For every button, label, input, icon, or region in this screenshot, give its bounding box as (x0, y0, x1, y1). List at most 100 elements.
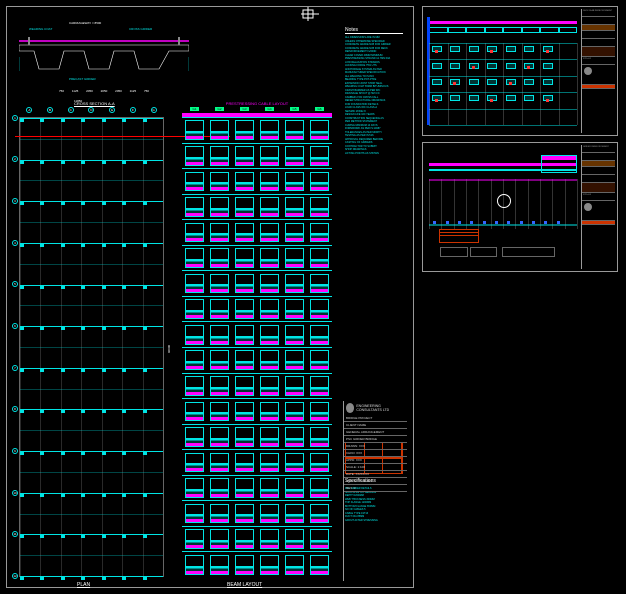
grid-row-label: 11 (12, 531, 18, 537)
company-logo-row: ENGINEERING CONSULTANTS LTD (344, 401, 407, 415)
beam-cell-icon (185, 248, 204, 268)
beam-cell-icon (235, 555, 254, 575)
deck-section-icon (19, 37, 189, 77)
sheet-thumbnail-1[interactable]: DECK SLAB REINFORCEMENT STR-002 (422, 6, 618, 136)
tb-project: BRIDGE PROJECT (344, 415, 407, 422)
beam-cell-icon (285, 427, 304, 447)
section-label: WEARING COAT (29, 27, 52, 31)
tb-date: DATE: XX/XX/XX (344, 471, 407, 478)
grid-node-icon (122, 285, 126, 289)
beam-cell-icon (185, 197, 204, 217)
grid-node-icon (102, 409, 106, 413)
grid-line (491, 179, 492, 229)
grid-node-icon (20, 534, 24, 538)
grid-row-label: 10 (12, 490, 18, 496)
grid-row-label: 8 (12, 406, 18, 412)
grid-node-icon (122, 534, 126, 538)
main-drawing-sheet: WEARING COAT CROSS GIRDER PRECAST GIRDER… (6, 6, 414, 588)
grid-node-icon (20, 201, 24, 205)
grid-node-icon (102, 285, 106, 289)
grid-node-icon (102, 118, 106, 122)
beam-cell-icon (285, 376, 304, 396)
thumb-tb-row: GIRDER REINFORCEMENT (582, 145, 615, 153)
thumb-tb-row (582, 65, 615, 85)
cell-icon (487, 63, 497, 69)
beam-cell-icon (210, 299, 229, 319)
grid-line (20, 472, 163, 473)
tb-scale: SCALE: 1:100 (344, 464, 407, 471)
grid-node-icon (40, 493, 44, 497)
beam-cell-icon (185, 146, 204, 166)
tb-rev: REV: 0 (344, 485, 407, 492)
beam-cell-icon (260, 402, 279, 422)
grid-line (429, 59, 577, 60)
cell-icon (524, 79, 534, 85)
marker-icon (453, 82, 456, 85)
carriageway-dim: CARRIAGEWAY = 8500 (69, 21, 101, 25)
beam-cell-icon (310, 223, 329, 243)
beam-row (182, 347, 332, 373)
bearing-icon (544, 221, 547, 224)
section-label: PRECAST GIRDER (69, 77, 96, 81)
grid-line (577, 43, 578, 125)
beam-cell-icon (260, 248, 279, 268)
beam-cell-icon (310, 120, 329, 140)
beam-cell-icon (185, 325, 204, 345)
beam-cell-icon (210, 453, 229, 473)
top-line-icon (429, 179, 577, 181)
grid-node-icon (81, 285, 85, 289)
beam-cell-icon (310, 172, 329, 192)
bearing-icon (470, 221, 473, 224)
grid-node-icon (20, 451, 24, 455)
grid-node-icon (81, 493, 85, 497)
beam-row (182, 424, 332, 450)
grid-line (528, 179, 529, 229)
beam-cell-icon (185, 172, 204, 192)
dimension-value: 2050 (115, 89, 122, 103)
grid-line (522, 43, 523, 125)
bottom-line-icon (429, 224, 577, 226)
beam-cell-icon (235, 223, 254, 243)
beam-row (182, 168, 332, 194)
grid-col-label: G (151, 107, 157, 113)
beam-cell-icon (285, 197, 304, 217)
grid-body: 12345678910111240000 (19, 117, 164, 577)
thumb-tb-row: DECK SLAB REINFORCEMENT (582, 9, 615, 17)
beam-cell-icon (285, 478, 304, 498)
thumb-tb-row: STR-002 (582, 57, 615, 65)
grid-col-label: E (109, 107, 115, 113)
grid-line (429, 43, 577, 44)
sheet-thumbnail-2[interactable]: GIRDER REINFORCEMENT STR-003 (422, 142, 618, 272)
grid-line (20, 347, 163, 348)
grid-node-icon (61, 118, 65, 122)
grid-line (565, 179, 566, 229)
grid-line (448, 43, 449, 125)
beam-col-label: G3 (240, 107, 248, 111)
beam-cell-icon (235, 274, 254, 294)
beam-cell-icon (260, 146, 279, 166)
thumb-tb-row (582, 167, 615, 175)
beam-cell-icon (285, 402, 304, 422)
cell-icon (506, 63, 516, 69)
beam-col-label: G2 (215, 107, 223, 111)
beam-cell-icon (285, 172, 304, 192)
grid-node-icon (20, 493, 24, 497)
grid-node-icon (61, 243, 65, 247)
beam-row (182, 526, 332, 552)
marker-icon (490, 50, 493, 53)
grid-node-icon (40, 451, 44, 455)
beam-cell-icon (310, 325, 329, 345)
beam-cell-icon (210, 197, 229, 217)
beam-cell-icon (310, 274, 329, 294)
magenta-band-icon (429, 21, 577, 24)
grid-node-icon (102, 243, 106, 247)
beam-cell-icon (310, 248, 329, 268)
grid-line (540, 179, 541, 229)
tb-drawn: DRAWN: XXX (344, 443, 407, 450)
beam-cell-icon (235, 376, 254, 396)
grid-line (20, 264, 163, 265)
beam-cell-icon (235, 197, 254, 217)
grid-line (478, 179, 479, 229)
grid-line (20, 430, 163, 431)
grid-node-icon (143, 201, 147, 205)
